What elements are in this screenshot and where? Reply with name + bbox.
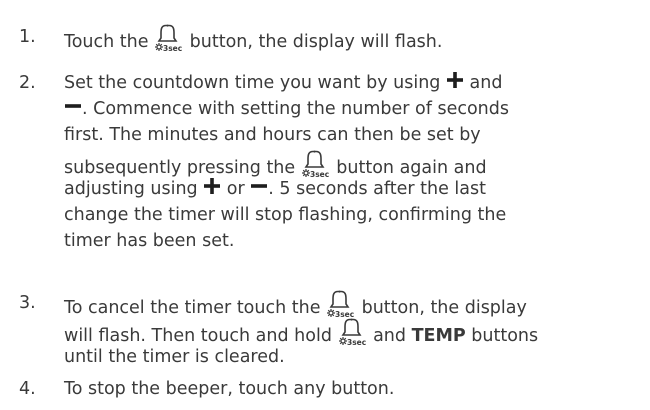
plus-icon [446, 71, 464, 89]
timer-bell-3sec-icon: 3sec [301, 150, 331, 178]
instruction-list: 1. Touch the 3sec button, the display wi… [0, 0, 650, 410]
minus-icon [64, 97, 82, 115]
svg-text:3sec: 3sec [347, 338, 366, 346]
step-line: Set the countdown time you want by using… [64, 70, 502, 96]
step-text: button again and [330, 158, 487, 178]
step-line: Touch the 3sec button, the display will … [64, 24, 442, 55]
step-text: subsequently pressing the [64, 158, 301, 178]
step-line: first. The minutes and hours can then be… [64, 125, 481, 145]
step-text: Set the countdown time you want by using [64, 73, 446, 93]
minus-icon [250, 177, 268, 195]
step-number: 1. [19, 27, 36, 47]
step-text: or [221, 179, 251, 199]
step-text: Touch the [64, 32, 155, 52]
temp-button-label: TEMP [411, 326, 466, 346]
step-text: button, the display will flash. [184, 32, 443, 52]
step-line: To cancel the timer touch the 3sec butto… [64, 290, 527, 321]
plus-icon [203, 177, 221, 195]
step-line: adjusting using or . 5 seconds after the… [64, 176, 486, 202]
step-text: and [367, 326, 412, 346]
step-line: until the timer is cleared. [64, 347, 285, 367]
step-number: 3. [19, 293, 36, 313]
timer-bell-3sec-icon: 3sec [326, 290, 356, 318]
step-line: . Commence with setting the number of se… [64, 96, 509, 122]
step-line: To stop the beeper, touch any button. [64, 379, 395, 399]
svg-text:3sec: 3sec [335, 310, 354, 318]
step-text: adjusting using [64, 179, 204, 199]
step-text: . Commence with setting the number of se… [82, 99, 509, 119]
step-number: 4. [19, 379, 36, 399]
timer-bell-3sec-icon: 3sec [154, 24, 184, 52]
step-line: timer has been set. [64, 231, 235, 251]
step-text: . 5 seconds after the last [268, 179, 486, 199]
step-line: change the timer will stop flashing, con… [64, 205, 507, 225]
step-number: 2. [19, 73, 36, 93]
step-text: will flash. Then touch and hold [64, 326, 338, 346]
step-text: To cancel the timer touch the [64, 298, 327, 318]
step-text: button, the display [356, 298, 527, 318]
timer-bell-3sec-icon: 3sec [338, 318, 368, 346]
svg-text:3sec: 3sec [163, 44, 182, 52]
step-text: buttons [465, 326, 539, 346]
step-text: and [463, 73, 503, 93]
